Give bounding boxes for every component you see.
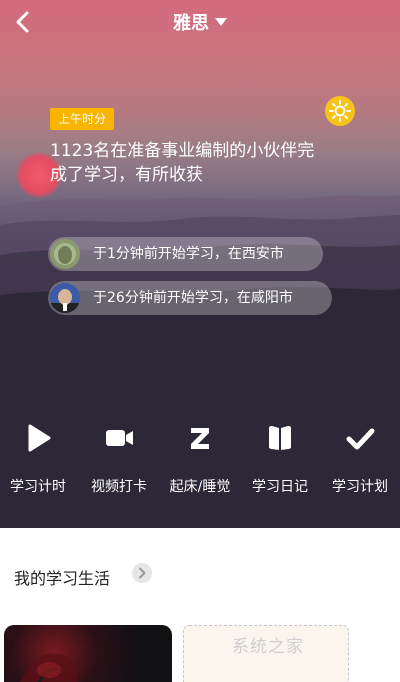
page-title: 雅思: [173, 13, 209, 34]
tool-label: 起床/睡觉: [169, 479, 231, 495]
exam-selector[interactable]: 雅思: [0, 9, 400, 35]
checkmark-icon: [346, 428, 375, 450]
activity-text: 于26分钟前开始学习，在咸阳市: [93, 290, 293, 306]
tool-label: 学习计划: [332, 479, 388, 495]
caret-down-icon: [215, 18, 227, 26]
study-headline: 1123名在准备事业编制的小伙伴完成了学习，有所收获: [50, 141, 315, 185]
study-diary-button[interactable]: 学习日记: [242, 422, 318, 496]
tool-row: 学习计时 视频打卡 起床/睡觉 学习日记 学习计划: [0, 422, 400, 502]
day-mode-button[interactable]: [325, 96, 355, 126]
top-bar: 雅思: [0, 0, 400, 44]
book-icon: [269, 426, 291, 450]
tool-label: 学习计时: [10, 479, 66, 495]
activity-item: 于1分钟前开始学习，在西安市: [48, 237, 323, 271]
video-checkin-button[interactable]: 视频打卡: [81, 422, 157, 496]
sun-icon: [329, 100, 351, 122]
study-plan-button[interactable]: 学习计划: [322, 422, 398, 496]
study-life-more-button[interactable]: [132, 563, 152, 583]
card-image: [19, 653, 78, 682]
time-of-day-badge: 上午时分: [50, 108, 115, 130]
z-sleep-icon: [191, 428, 209, 449]
chevron-right-icon: [139, 567, 146, 579]
watermark: 系统之家: [232, 637, 304, 657]
tool-label: 学习日记: [252, 479, 308, 495]
avatar: [50, 239, 80, 269]
tool-label: 视频打卡: [91, 479, 147, 495]
avatar: [50, 283, 80, 313]
study-timer-button[interactable]: 学习计时: [0, 422, 76, 496]
play-icon: [28, 424, 51, 452]
wake-sleep-button[interactable]: 起床/睡觉: [162, 422, 238, 496]
my-study-life-title: 我的学习生活: [14, 569, 111, 588]
activity-text: 于1分钟前开始学习，在西安市: [93, 246, 284, 262]
video-camera-icon: [106, 430, 133, 446]
activity-item: 于26分钟前开始学习，在咸阳市: [48, 281, 332, 315]
study-life-card[interactable]: [4, 625, 172, 682]
